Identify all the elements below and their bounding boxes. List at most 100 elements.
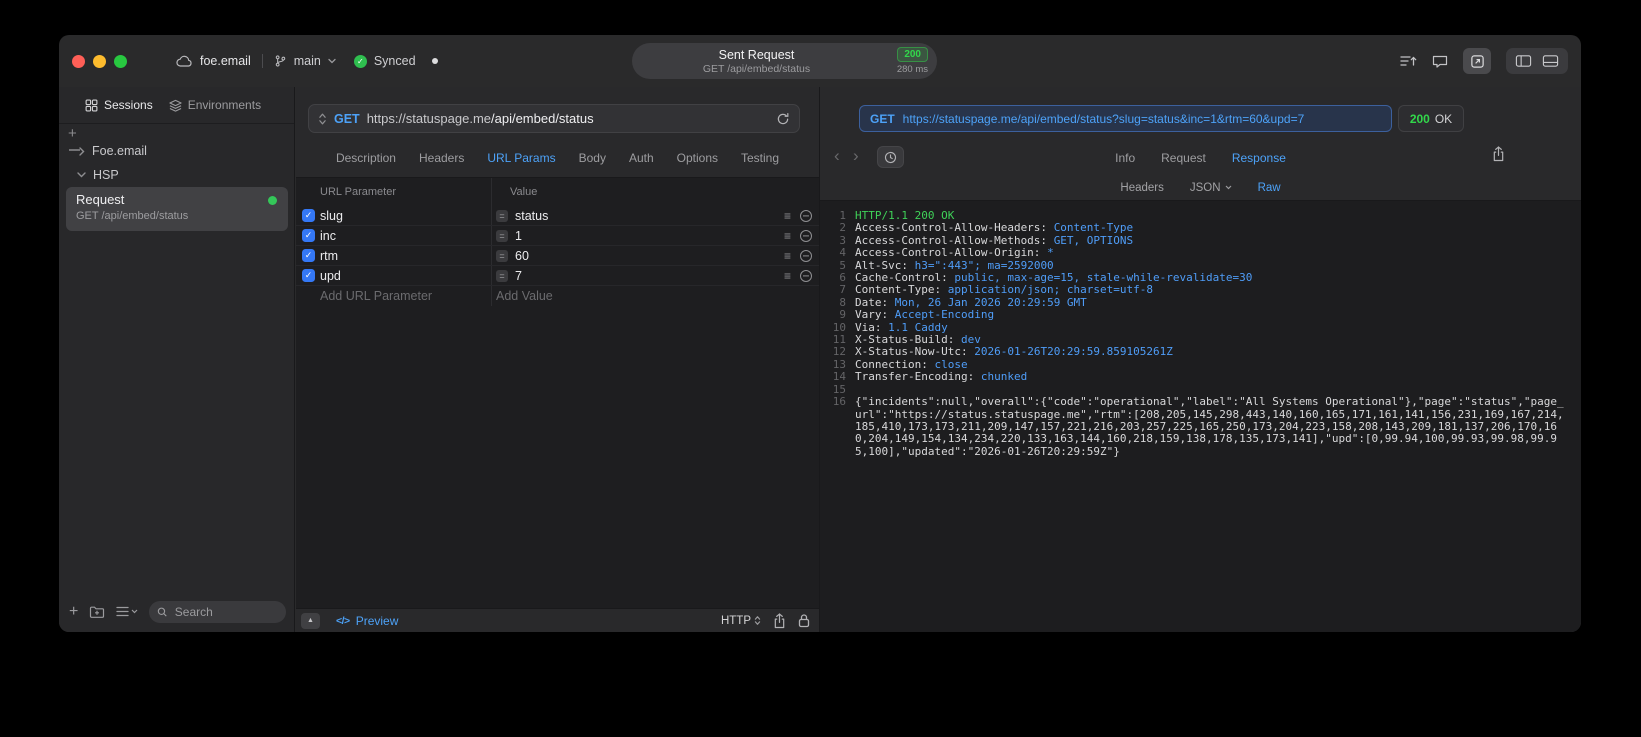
param-value-field[interactable]: status <box>515 209 548 223</box>
toggle-bottom-panel-button[interactable] <box>1542 54 1559 68</box>
equals-icon: = <box>496 209 508 222</box>
remove-param-button[interactable] <box>800 229 812 242</box>
line-number: 14 <box>832 370 846 384</box>
response-header-name: X-Status-Now-Utc: <box>855 345 975 359</box>
request-tab-body[interactable]: Body <box>579 151 606 165</box>
refresh-icon <box>777 112 789 124</box>
url-param-row: ✓ rtm = 60 ≡ <box>296 246 819 266</box>
request-tab-description[interactable]: Description <box>336 151 396 165</box>
share-request-button[interactable] <box>773 612 786 629</box>
sent-request-url-box[interactable]: GET https://statuspage.me/api/embed/stat… <box>859 105 1392 132</box>
response-header-name: Transfer-Encoding: <box>855 370 981 384</box>
response-header-name: Connection: <box>855 357 935 371</box>
request-tab-headers[interactable]: Headers <box>419 151 464 165</box>
minimize-window-button[interactable] <box>93 55 106 68</box>
detach-window-button[interactable] <box>1463 48 1491 74</box>
external-window-icon <box>1470 54 1484 68</box>
request-success-dot <box>268 196 277 205</box>
request-method[interactable]: GET <box>334 112 360 126</box>
response-view-json[interactable]: JSON <box>1190 182 1232 194</box>
toggle-left-panel-button[interactable] <box>1515 54 1532 68</box>
response-header-name: Date: <box>855 295 895 309</box>
export-response-button[interactable] <box>1492 146 1505 162</box>
request-tab-auth[interactable]: Auth <box>629 151 654 165</box>
response-header-value: GET, OPTIONS <box>1053 233 1134 247</box>
environments-layers-icon <box>169 99 182 112</box>
drag-handle-icon[interactable]: ≡ <box>784 230 791 242</box>
response-status-badge: 200 OK <box>1398 105 1464 132</box>
method-selector-icon[interactable] <box>318 112 327 126</box>
tab-environments[interactable]: Environments <box>169 98 261 112</box>
remove-param-button[interactable] <box>800 209 812 222</box>
response-view-raw[interactable]: Raw <box>1258 182 1281 194</box>
close-window-button[interactable] <box>72 55 85 68</box>
zoom-window-button[interactable] <box>114 55 127 68</box>
request-url-bar[interactable]: GET https://statuspage.me/api/embed/stat… <box>308 104 800 133</box>
drag-handle-icon[interactable]: ≡ <box>784 210 791 222</box>
response-tab-request[interactable]: Request <box>1161 151 1206 165</box>
chevron-down-icon <box>1225 185 1231 190</box>
request-tab-testing[interactable]: Testing <box>741 151 779 165</box>
tree-group-hsp[interactable]: HSP <box>77 168 119 182</box>
response-header-value: Accept-Encoding <box>894 308 995 322</box>
add-value-field[interactable]: Add Value <box>496 289 553 303</box>
tab-sessions[interactable]: Sessions <box>85 98 153 112</box>
param-enabled-checkbox[interactable]: ✓ <box>302 209 315 222</box>
column-header-parameter: URL Parameter <box>320 186 397 198</box>
pill-status: 200 280 ms <box>897 47 928 75</box>
param-name-field[interactable]: inc <box>320 229 491 243</box>
protocol-selector[interactable]: HTTP <box>721 615 761 627</box>
lock-icon <box>798 614 810 628</box>
param-value-field[interactable]: 60 <box>515 249 529 263</box>
preview-button[interactable]: Preview <box>356 614 399 628</box>
sidebar-add-button[interactable]: + <box>68 126 77 141</box>
sync-status-label[interactable]: Synced <box>374 54 416 68</box>
request-tab-url-params[interactable]: URL Params <box>487 151 555 165</box>
send-request-button[interactable] <box>776 112 790 126</box>
project-name[interactable]: foe.email <box>200 54 251 68</box>
lock-button[interactable] <box>798 613 810 628</box>
request-tab-options[interactable]: Options <box>677 151 718 165</box>
drag-handle-icon[interactable]: ≡ <box>784 270 791 282</box>
sidebar-search[interactable] <box>149 600 286 623</box>
response-tab-response[interactable]: Response <box>1232 151 1286 165</box>
param-name-field[interactable]: rtm <box>320 249 491 263</box>
sent-request-subtitle: GET /api/embed/status <box>702 62 811 75</box>
new-folder-button[interactable] <box>89 605 105 619</box>
param-name-field[interactable]: upd <box>320 269 491 283</box>
drag-handle-icon[interactable]: ≡ <box>784 250 791 262</box>
response-header-name: Content-Type: <box>855 283 948 297</box>
tree-group-foe-email[interactable]: Foe.email <box>79 144 147 158</box>
response-line: 16 {"incidents":null,"overall":{"code":"o… <box>828 395 1569 458</box>
param-value-field[interactable]: 7 <box>515 269 522 283</box>
param-enabled-checkbox[interactable]: ✓ <box>302 229 315 242</box>
request-tab-bar: Description Headers URL Params Body Auth Opti… <box>296 145 819 171</box>
response-url: https://statuspage.me/api/embed/status?s… <box>902 111 1305 126</box>
sort-lines-icon[interactable] <box>1399 54 1417 68</box>
param-value-cell: = 1 ≡ <box>491 226 819 245</box>
param-enabled-checkbox[interactable]: ✓ <box>302 249 315 262</box>
bottom-panel-layout-icon <box>1542 55 1558 67</box>
request-url[interactable]: https://statuspage.me/api/embed/status <box>367 111 594 126</box>
param-value-cell: = status ≡ <box>491 206 819 225</box>
response-tab-info[interactable]: Info <box>1115 151 1135 165</box>
sidebar-request-item[interactable]: Request GET /api/embed/status <box>66 187 288 231</box>
response-line: 14 Transfer-Encoding: chunked <box>828 370 1569 384</box>
comments-icon[interactable] <box>1432 54 1448 68</box>
param-enabled-checkbox[interactable]: ✓ <box>302 269 315 282</box>
add-url-parameter-field[interactable]: Add URL Parameter <box>320 289 491 303</box>
url-host: https://statuspage.me <box>366 111 491 126</box>
remove-param-button[interactable] <box>800 249 812 262</box>
branch-name[interactable]: main <box>294 54 321 68</box>
tree-group-label: Foe.email <box>92 144 147 158</box>
response-view-headers[interactable]: Headers <box>1120 182 1163 194</box>
new-request-button[interactable]: + <box>69 603 78 620</box>
expand-panel-button[interactable]: ▲ <box>301 612 320 629</box>
view-options-button[interactable] <box>116 606 138 617</box>
remove-param-button[interactable] <box>800 269 812 282</box>
param-value-field[interactable]: 1 <box>515 229 522 243</box>
param-name-field[interactable]: slug <box>320 209 491 223</box>
url-params-table: URL Parameter Value ✓ slug = status ≡ ✓ inc = 1 ≡… <box>296 177 819 608</box>
search-input[interactable] <box>172 603 278 620</box>
request-status-pill[interactable]: Sent Request GET /api/embed/status 200 2… <box>632 43 937 79</box>
